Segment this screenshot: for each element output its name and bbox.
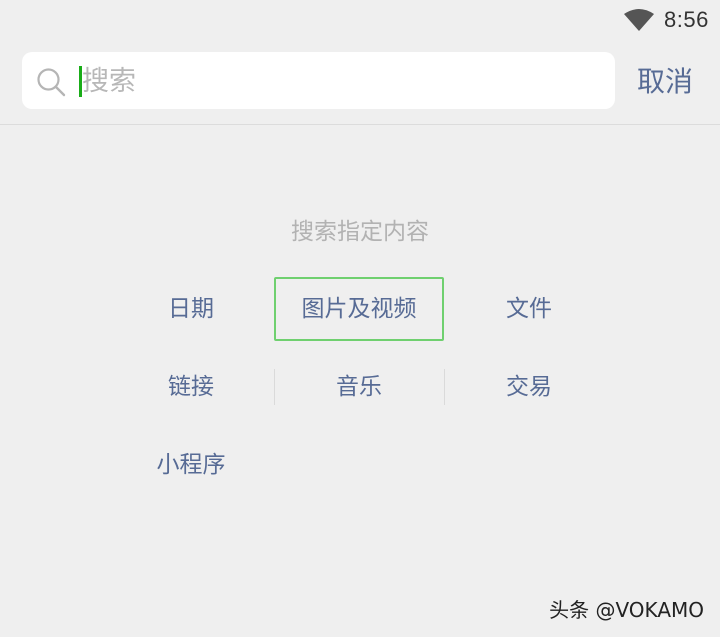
category-date[interactable]: 日期 <box>106 277 276 341</box>
watermark: 头条 @VOKAMO <box>549 598 704 622</box>
search-icon <box>37 68 66 97</box>
search-category-title: 搜索指定内容 <box>291 219 429 245</box>
search-box[interactable] <box>22 52 615 109</box>
category-files[interactable]: 文件 <box>444 277 614 341</box>
cancel-button[interactable]: 取消 <box>637 60 693 100</box>
status-time: 8:56 <box>664 7 709 32</box>
status-bar: 8:56 <box>0 0 720 40</box>
category-images-videos[interactable]: 图片及视频 <box>274 277 444 341</box>
header-divider <box>0 124 720 125</box>
category-mini-programs[interactable]: 小程序 <box>106 433 276 497</box>
category-music[interactable]: 音乐 <box>274 355 444 419</box>
category-links[interactable]: 链接 <box>106 355 276 419</box>
category-transactions[interactable]: 交易 <box>444 355 614 419</box>
wifi-icon <box>624 9 654 31</box>
search-input[interactable] <box>80 56 602 106</box>
